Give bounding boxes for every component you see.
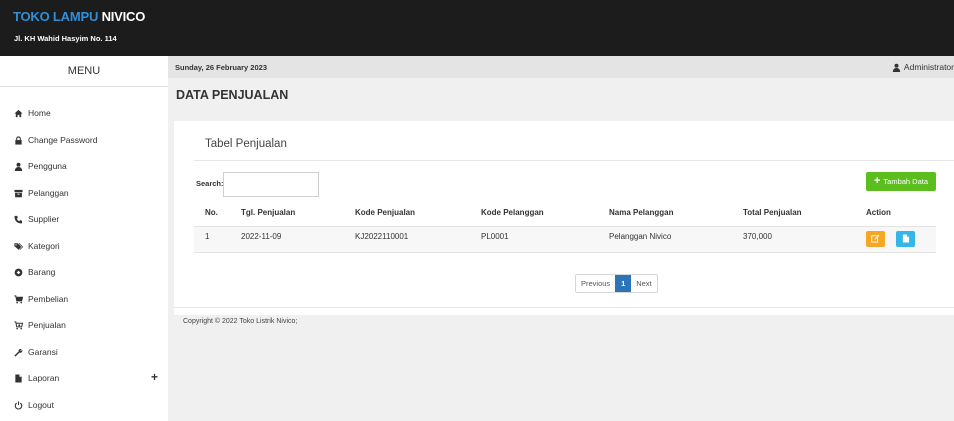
cell-tgl-penjualan: 2022-11-09	[241, 232, 282, 241]
search-input[interactable]	[223, 172, 319, 197]
brand-logo[interactable]: TOKO LAMPU NIVICO	[13, 9, 145, 24]
sidebar-item-label: Garansi	[28, 347, 58, 357]
sidebar-item-logout[interactable]: Logout	[0, 395, 168, 415]
panel-footer	[174, 307, 954, 315]
sidebar-item-laporan[interactable]: Laporan +	[0, 368, 168, 388]
search-label: Search:	[196, 179, 224, 188]
sidebar-item-label: Change Password	[28, 135, 98, 145]
document-icon	[902, 234, 910, 245]
user-name: Administrator	[903, 62, 954, 72]
column-header-total-penjualan[interactable]: Total Penjualan	[743, 208, 802, 217]
sidebar-item-label: Pembelian	[28, 294, 69, 304]
cube-icon	[14, 268, 23, 277]
sidebar-item-garansi[interactable]: Garansi	[0, 342, 168, 362]
phone-icon	[14, 215, 23, 224]
column-header-no[interactable]: No.	[205, 208, 218, 217]
sidebar-item-penjualan[interactable]: Penjualan	[0, 315, 168, 335]
cell-kode-pelanggan: PL0001	[481, 232, 509, 241]
sidebar-item-label: Supplier	[28, 214, 60, 224]
current-date: Sunday, 26 February 2023	[175, 63, 267, 72]
cart-icon	[14, 294, 23, 304]
sidebar-item-label: Pelanggan	[28, 188, 69, 198]
tags-icon	[14, 242, 23, 251]
pagination-page-1[interactable]: 1	[615, 275, 632, 292]
power-icon	[14, 400, 23, 410]
pagination: Previous 1 Next	[575, 274, 658, 293]
sidebar-item-barang[interactable]: Barang	[0, 262, 168, 282]
expand-plus-icon[interactable]: +	[151, 370, 158, 384]
copyright-text: Copyright © 2022 Toko Listrik Nivico;	[183, 318, 298, 325]
table-row	[194, 226, 936, 253]
add-data-button[interactable]: + Tambah Data	[866, 172, 936, 191]
page-title: DATA PENJUALAN	[176, 88, 289, 102]
cell-nama-pelanggan: Pelanggan Nivico	[609, 232, 672, 241]
column-header-action: Action	[866, 208, 891, 217]
pagination-previous[interactable]: Previous	[576, 275, 615, 292]
sidebar-item-pembelian[interactable]: Pembelian	[0, 289, 168, 309]
sidebar-item-label: Logout	[28, 400, 54, 410]
table-panel: Tabel Penjualan Search: + Tambah Data No…	[174, 121, 954, 307]
add-data-label: Tambah Data	[883, 177, 929, 186]
edit-button[interactable]	[866, 231, 885, 247]
top-header: TOKO LAMPU NIVICO Jl. KH Wahid Hasyim No…	[0, 0, 954, 56]
sidebar-item-label: Home	[28, 108, 51, 118]
sidebar: MENU Home Change Password Pengguna Pelan…	[0, 56, 168, 421]
cell-kode-penjualan: KJ2022110001	[355, 232, 409, 241]
user-icon	[14, 162, 23, 171]
detail-button[interactable]	[896, 231, 915, 247]
user-icon	[892, 63, 901, 72]
column-header-nama-pelanggan[interactable]: Nama Pelanggan	[609, 208, 673, 217]
sidebar-item-supplier[interactable]: Supplier	[0, 209, 168, 229]
date-bar: Sunday, 26 February 2023 Administrator	[168, 56, 954, 78]
brand-name-part1: TOKO LAMPU	[13, 9, 99, 24]
plus-icon: +	[873, 175, 881, 187]
store-address: Jl. KH Wahid Hasyim No. 114	[14, 34, 117, 43]
wrench-icon	[14, 348, 23, 357]
column-header-tgl-penjualan[interactable]: Tgl. Penjualan	[241, 208, 295, 217]
column-header-kode-penjualan[interactable]: Kode Penjualan	[355, 208, 415, 217]
cell-total-penjualan: 370,000	[743, 232, 772, 241]
cell-no: 1	[205, 232, 210, 241]
archive-icon	[14, 189, 23, 198]
sidebar-item-change-password[interactable]: Change Password	[0, 130, 168, 150]
panel-title: Tabel Penjualan	[205, 138, 287, 150]
sidebar-menu-title: MENU	[0, 56, 168, 87]
file-icon	[14, 373, 23, 383]
user-menu[interactable]: Administrator	[892, 62, 954, 72]
sidebar-item-pelanggan[interactable]: Pelanggan	[0, 183, 168, 203]
column-header-kode-pelanggan[interactable]: Kode Pelanggan	[481, 208, 544, 217]
home-icon	[14, 109, 23, 118]
sidebar-item-label: Penjualan	[28, 320, 66, 330]
sidebar-item-kategori[interactable]: Kategori	[0, 236, 168, 256]
brand-name-part2: NIVICO	[98, 9, 146, 24]
sidebar-item-home[interactable]: Home	[0, 103, 168, 123]
sidebar-item-label: Kategori	[28, 241, 60, 251]
pagination-next[interactable]: Next	[631, 275, 656, 292]
sidebar-item-pengguna[interactable]: Pengguna	[0, 156, 168, 176]
edit-icon	[871, 234, 880, 245]
panel-divider	[194, 160, 954, 161]
cart-arrow-icon	[14, 320, 23, 330]
sidebar-item-label: Pengguna	[28, 161, 67, 171]
sidebar-item-label: Barang	[28, 267, 56, 277]
sidebar-item-label: Laporan	[28, 373, 60, 383]
lock-icon	[14, 135, 23, 145]
